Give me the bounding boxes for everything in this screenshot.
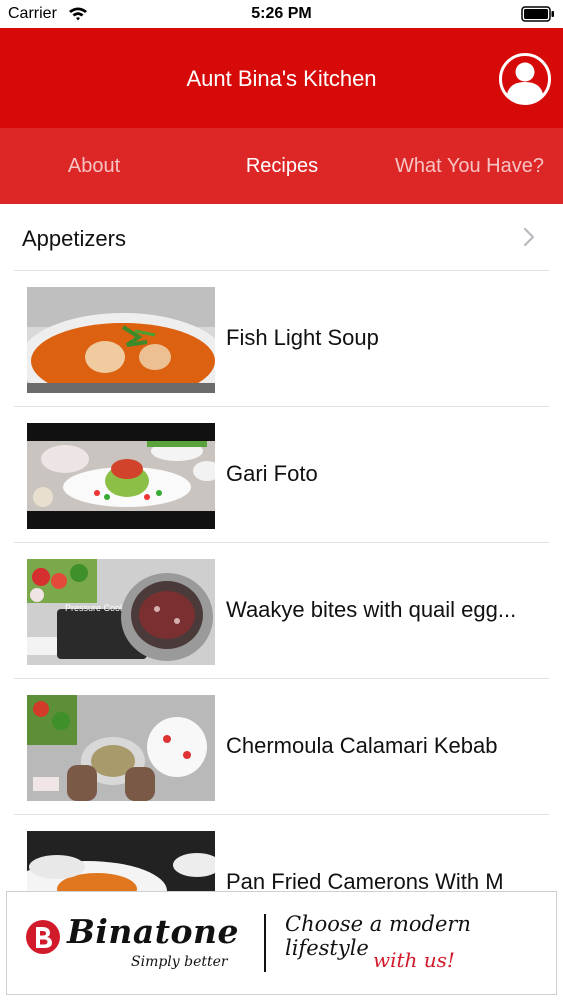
ad-tagline-emphasis: with us! — [373, 948, 455, 972]
tab-recipes[interactable]: Recipes — [188, 128, 376, 204]
recipe-row-chermoula-calamari-kebab[interactable]: Chermoula Calamari Kebab — [14, 679, 549, 815]
recipe-thumbnail — [27, 287, 215, 393]
recipe-title: Gari Foto — [226, 461, 318, 486]
ad-divider — [264, 914, 266, 972]
status-bar: Carrier 5:26 PM — [0, 0, 563, 28]
section-label: Appetizers — [22, 226, 126, 251]
profile-icon[interactable] — [498, 52, 552, 106]
tab-bar: About Recipes What You Have? — [0, 128, 563, 204]
section-appetizers[interactable]: Appetizers — [0, 204, 563, 272]
recipe-row-waakye-bites[interactable]: Pressure Cook Waakye bites with quail eg… — [14, 543, 549, 679]
nav-bar: Aunt Bina's Kitchen — [0, 28, 563, 128]
ad-banner[interactable]: Binatone Simply better Choose a modern l… — [6, 891, 557, 995]
ad-brand: Binatone — [67, 912, 240, 951]
recipe-row-fish-light-soup[interactable]: Fish Light Soup — [14, 271, 549, 407]
ad-subtitle: Simply better — [131, 954, 228, 970]
battery-icon — [521, 6, 554, 22]
thumbnail-caption: Pressure Cook — [65, 603, 125, 613]
recipe-title: Chermoula Calamari Kebab — [226, 733, 498, 758]
recipe-title: Fish Light Soup — [226, 325, 379, 350]
recipe-row-gari-foto[interactable]: Gari Foto — [14, 407, 549, 543]
chevron-right-icon — [523, 227, 535, 247]
recipe-thumbnail: Pressure Cook — [27, 559, 215, 665]
recipe-thumbnail — [27, 423, 215, 529]
recipe-thumbnail — [27, 695, 215, 801]
binatone-logo-icon — [26, 920, 60, 954]
status-time: 5:26 PM — [251, 5, 312, 22]
app-title: Aunt Bina's Kitchen — [186, 66, 377, 91]
recipe-title: Waakye bites with quail egg... — [226, 597, 517, 622]
tab-what-you-have[interactable]: What You Have? — [376, 128, 563, 204]
tab-about[interactable]: About — [0, 128, 188, 204]
